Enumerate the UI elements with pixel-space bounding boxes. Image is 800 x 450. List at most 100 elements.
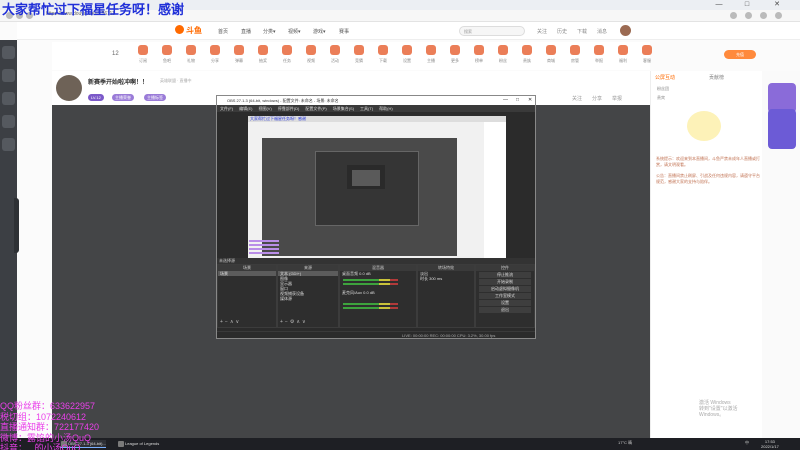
obs-menu-item[interactable]: 工具(T) — [360, 106, 373, 111]
mic-audio-meter[interactable] — [343, 307, 398, 309]
toolbar-item[interactable]: 礼物 — [180, 45, 202, 64]
overlay-line: 微博：露馅的小汤QuQ — [0, 432, 92, 443]
toolbar-item[interactable]: 房管 — [564, 45, 586, 64]
header-message[interactable]: 消息 — [597, 28, 607, 35]
close-button[interactable]: ✕ — [770, 0, 784, 10]
dock-sources-buttons[interactable]: +−⚙∧∨ — [280, 319, 308, 325]
obs-control-button[interactable]: 停止推流 — [479, 272, 531, 278]
nav-category[interactable]: 分类▾ — [263, 28, 276, 35]
toolbar-item[interactable]: 竞猜 — [348, 45, 370, 64]
mixer-mic-audio: 麦克风/Aux 0.0 dB — [342, 290, 375, 295]
toolbar-item[interactable]: 主播 — [420, 45, 442, 64]
minimize-button[interactable]: — — [712, 0, 726, 10]
obs-control-button[interactable]: 开始录制 — [479, 279, 531, 285]
ime-indicator[interactable]: 中 — [745, 440, 749, 446]
obs-control-button[interactable]: 退出 — [479, 307, 531, 313]
sidebar-home-icon[interactable] — [2, 46, 15, 59]
toolbar-item[interactable]: 鱼吧 — [156, 45, 178, 64]
fan-club-row[interactable]: 粉丝团 — [657, 86, 669, 92]
obs-titlebar: OBS 27.1.3 (64-bit, windows) - 配置文件: 未命名… — [217, 96, 535, 105]
sidebar-collapse-handle[interactable] — [14, 198, 19, 253]
nav-live[interactable]: 直播 — [241, 28, 251, 35]
search-input[interactable]: 搜索 — [459, 26, 525, 36]
toolbar-item[interactable]: 举报 — [588, 45, 610, 64]
obs-control-button[interactable]: 工作室模式 — [479, 293, 531, 299]
obs-menubar: 文件(F) 编辑(E) 视图(V) 停靠部件(D) 配置文件(P) 场景集合(S) 工具(T… — [217, 105, 535, 112]
nav-home[interactable]: 首页 — [218, 28, 228, 35]
nav-events[interactable]: 赛事 — [339, 28, 349, 35]
obs-menu-item[interactable]: 编辑(E) — [239, 106, 252, 111]
toolbar-item[interactable]: 任务 — [276, 45, 298, 64]
taskbar-clock[interactable]: 17:53 2022/1/17 — [761, 439, 779, 449]
tab-ranking[interactable]: 贡献榜 — [709, 74, 724, 81]
obs-menu-item[interactable]: 帮助(H) — [379, 106, 393, 111]
user-avatar[interactable] — [620, 25, 631, 36]
toolbar-item[interactable]: 订阅 — [132, 45, 154, 64]
toolbar-item-label: 活动 — [331, 58, 339, 63]
taskbar-league[interactable]: League of Legends — [117, 440, 159, 448]
bookmark-icon[interactable] — [730, 12, 737, 19]
weather-widget[interactable]: 17°C 晴 — [618, 440, 632, 446]
toolbar-item[interactable]: 分享 — [204, 45, 226, 64]
tab-chat[interactable]: 公屏互动 — [655, 74, 675, 81]
obs-control-button[interactable]: 启动虚拟摄像机 — [479, 286, 531, 292]
toolbar-item[interactable]: 贵族 — [516, 45, 538, 64]
extensions-icon[interactable] — [745, 12, 752, 19]
toolbar-item[interactable]: 客服 — [636, 45, 658, 64]
charge-button[interactable]: 充值 — [724, 50, 756, 59]
room-toolbar: 12 订阅 鱼吧 礼物 分享 弹幕 抽奖 任务 视频 活动 竞猜 下载 设置 主播 更多 榜单 粉丝 贵族 商城 房… — [52, 42, 652, 70]
dock-scenes-buttons[interactable]: +−∧∨ — [220, 319, 241, 325]
transition-duration[interactable]: 时长 300 ms — [418, 276, 474, 281]
room-tag[interactable]: 主播标签 — [144, 94, 166, 101]
follow-action[interactable]: 关注 — [572, 95, 582, 102]
toolbar-item[interactable]: 榜单 — [468, 45, 490, 64]
sidebar-game-icon[interactable] — [2, 138, 15, 151]
obs-control-button[interactable]: 设置 — [479, 300, 531, 306]
streamer-avatar[interactable] — [56, 75, 82, 101]
report-action[interactable]: 举报 — [612, 95, 622, 102]
toolbar-item[interactable]: 福利 — [612, 45, 634, 64]
desktop-audio-meter[interactable] — [343, 279, 398, 281]
obs-preview[interactable]: 大家帮忙过下福星任务呀！感谢 — [248, 116, 506, 258]
desktop-audio-meter[interactable] — [343, 283, 398, 285]
mic-audio-meter[interactable] — [343, 303, 398, 305]
sidebar-follow-icon[interactable] — [2, 69, 15, 82]
share-action[interactable]: 分享 — [592, 95, 602, 102]
maximize-button[interactable]: □ — [740, 0, 754, 10]
obs-menu-item[interactable]: 停靠部件(D) — [278, 106, 300, 111]
header-download[interactable]: 下载 — [577, 28, 587, 35]
profile-icon[interactable] — [760, 12, 767, 19]
obs-minimize-button[interactable]: — — [503, 96, 508, 105]
nav-game[interactable]: 游戏▾ — [313, 28, 326, 35]
room-tag[interactable]: 主播荣誉 — [112, 94, 134, 101]
toolbar-item[interactable]: 更多 — [444, 45, 466, 64]
sidebar-category-icon[interactable] — [2, 92, 15, 105]
vip-row[interactable]: 贵宾 — [657, 95, 665, 101]
header-follow[interactable]: 关注 — [537, 28, 547, 35]
toolbar-item-label: 分享 — [211, 58, 219, 63]
obs-menu-item[interactable]: 配置文件(P) — [305, 106, 326, 111]
toolbar-item[interactable]: 粉丝 — [492, 45, 514, 64]
obs-maximize-button[interactable]: □ — [516, 96, 519, 105]
toolbar-item[interactable]: 视频 — [300, 45, 322, 64]
sidebar-video-icon[interactable] — [2, 115, 15, 128]
header-history[interactable]: 历史 — [557, 28, 567, 35]
scene-item[interactable]: 场景 — [218, 271, 276, 276]
obs-close-button[interactable]: ✕ — [528, 96, 532, 105]
source-item[interactable]: 媒体源 — [278, 296, 338, 301]
obs-menu-item[interactable]: 文件(F) — [220, 106, 233, 111]
menu-icon[interactable] — [775, 12, 782, 19]
toolbar-item[interactable]: 下载 — [372, 45, 394, 64]
toolbar-item-label: 商城 — [547, 58, 555, 63]
toolbar-item[interactable]: 抽奖 — [252, 45, 274, 64]
toolbar-item[interactable]: 弹幕 — [228, 45, 250, 64]
room-tag[interactable]: LV.12 — [88, 94, 104, 101]
site-logo[interactable]: 斗鱼 — [175, 25, 202, 36]
toolbar-item[interactable]: 商城 — [540, 45, 562, 64]
toolbar-item[interactable]: 活动 — [324, 45, 346, 64]
nav-video[interactable]: 视频▾ — [288, 28, 301, 35]
obs-menu-item[interactable]: 视图(V) — [258, 106, 271, 111]
promo-card[interactable] — [768, 109, 796, 149]
toolbar-item[interactable]: 设置 — [396, 45, 418, 64]
obs-menu-item[interactable]: 场景集合(S) — [333, 106, 354, 111]
